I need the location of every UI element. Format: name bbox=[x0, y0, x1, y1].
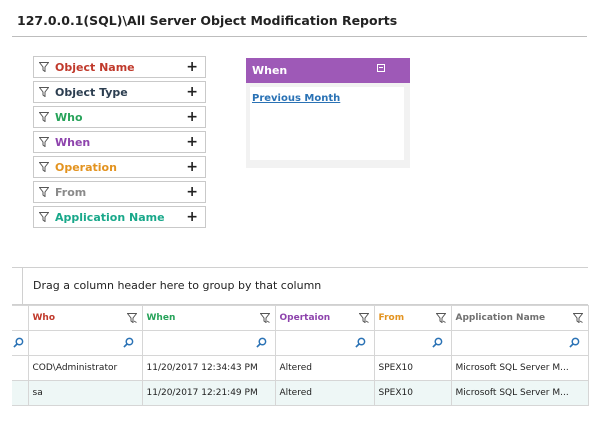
table-row[interactable]: sa 11/20/2017 12:21:49 PM Altered SPEX10… bbox=[12, 380, 589, 406]
search-icon[interactable] bbox=[354, 337, 366, 348]
search-icon[interactable] bbox=[568, 337, 580, 348]
cell-from: SPEX10 bbox=[373, 355, 452, 381]
cell-who: COD\Administrator bbox=[27, 355, 143, 381]
search-row-indicator bbox=[12, 330, 29, 356]
filter-operation[interactable]: Operation + bbox=[33, 156, 206, 178]
title-divider bbox=[12, 36, 587, 37]
when-panel-header: When bbox=[246, 58, 410, 83]
header-row: Who When Opertaion From Application Name bbox=[12, 305, 589, 331]
plus-icon[interactable]: + bbox=[186, 209, 198, 225]
filter-list: Object Name + Object Type + Who + When +… bbox=[33, 56, 206, 231]
filter-label: Object Type bbox=[55, 85, 128, 99]
column-filter-icon[interactable] bbox=[435, 313, 446, 323]
filter-label: Object Name bbox=[55, 60, 135, 74]
group-hint: Drag a column header here to group by th… bbox=[33, 279, 322, 292]
search-row bbox=[12, 330, 589, 356]
cell-application-name: Microsoft SQL Server M... bbox=[450, 380, 589, 406]
column-filter-icon[interactable] bbox=[126, 313, 137, 323]
search-icon[interactable] bbox=[122, 337, 134, 348]
column-filter-icon[interactable] bbox=[572, 313, 583, 323]
search-cell-when[interactable] bbox=[141, 330, 276, 356]
plus-icon[interactable]: + bbox=[186, 109, 198, 125]
search-cell-application-name[interactable] bbox=[450, 330, 589, 356]
cell-from: SPEX10 bbox=[373, 380, 452, 406]
plus-icon[interactable]: + bbox=[186, 84, 198, 100]
search-cell-from[interactable] bbox=[373, 330, 452, 356]
filter-label: Application Name bbox=[55, 210, 165, 224]
filter-application-name[interactable]: Application Name + bbox=[33, 206, 206, 228]
cell-when: 11/20/2017 12:21:49 PM bbox=[141, 380, 276, 406]
when-panel-title: When bbox=[252, 64, 288, 77]
search-cell-operation[interactable] bbox=[274, 330, 375, 356]
cell-operation[interactable]: Altered bbox=[274, 355, 375, 381]
filter-object-name[interactable]: Object Name + bbox=[33, 56, 206, 78]
filter-label: From bbox=[55, 185, 87, 199]
collapse-icon[interactable] bbox=[377, 64, 385, 72]
search-icon[interactable] bbox=[431, 337, 443, 348]
column-header-from[interactable]: From bbox=[373, 305, 452, 331]
table-row[interactable]: COD\Administrator 11/20/2017 12:34:43 PM… bbox=[12, 355, 589, 381]
search-icon[interactable] bbox=[255, 337, 267, 348]
page-title: 127.0.0.1(SQL)\All Server Object Modific… bbox=[17, 13, 398, 28]
row-indicator-header bbox=[12, 305, 29, 331]
filter-who[interactable]: Who + bbox=[33, 106, 206, 128]
when-filter-panel: When Previous Month bbox=[246, 58, 410, 168]
results-table: Who When Opertaion From Application Name bbox=[12, 305, 589, 406]
plus-icon[interactable]: + bbox=[186, 159, 198, 175]
funnel-icon bbox=[39, 137, 49, 147]
filter-object-type[interactable]: Object Type + bbox=[33, 81, 206, 103]
previous-month-link[interactable]: Previous Month bbox=[252, 93, 340, 104]
funnel-icon bbox=[39, 112, 49, 122]
filter-label: Operation bbox=[55, 160, 117, 174]
results-grid: Drag a column header here to group by th… bbox=[12, 267, 589, 406]
funnel-icon bbox=[39, 62, 49, 72]
column-filter-icon[interactable] bbox=[259, 313, 270, 323]
column-header-operation[interactable]: Opertaion bbox=[274, 305, 375, 331]
funnel-icon bbox=[39, 87, 49, 97]
filter-when[interactable]: When + bbox=[33, 131, 206, 153]
funnel-icon bbox=[39, 162, 49, 172]
cell-who: sa bbox=[27, 380, 143, 406]
column-header-when[interactable]: When bbox=[141, 305, 276, 331]
when-panel-body: Previous Month bbox=[250, 87, 404, 160]
column-header-application-name[interactable]: Application Name bbox=[450, 305, 589, 331]
plus-icon[interactable]: + bbox=[186, 134, 198, 150]
group-by-area[interactable]: Drag a column header here to group by th… bbox=[12, 267, 588, 305]
cell-operation[interactable]: Altered bbox=[274, 380, 375, 406]
filter-label: Who bbox=[55, 110, 83, 124]
column-filter-icon[interactable] bbox=[358, 313, 369, 323]
cell-application-name: Microsoft SQL Server M... bbox=[450, 355, 589, 381]
plus-icon[interactable]: + bbox=[186, 59, 198, 75]
funnel-icon bbox=[39, 187, 49, 197]
filter-label: When bbox=[55, 135, 91, 149]
funnel-icon bbox=[39, 212, 49, 222]
filter-from[interactable]: From + bbox=[33, 181, 206, 203]
plus-icon[interactable]: + bbox=[186, 184, 198, 200]
column-header-who[interactable]: Who bbox=[27, 305, 143, 331]
search-cell-who[interactable] bbox=[27, 330, 143, 356]
search-icon[interactable] bbox=[13, 337, 24, 348]
cell-when: 11/20/2017 12:34:43 PM bbox=[141, 355, 276, 381]
